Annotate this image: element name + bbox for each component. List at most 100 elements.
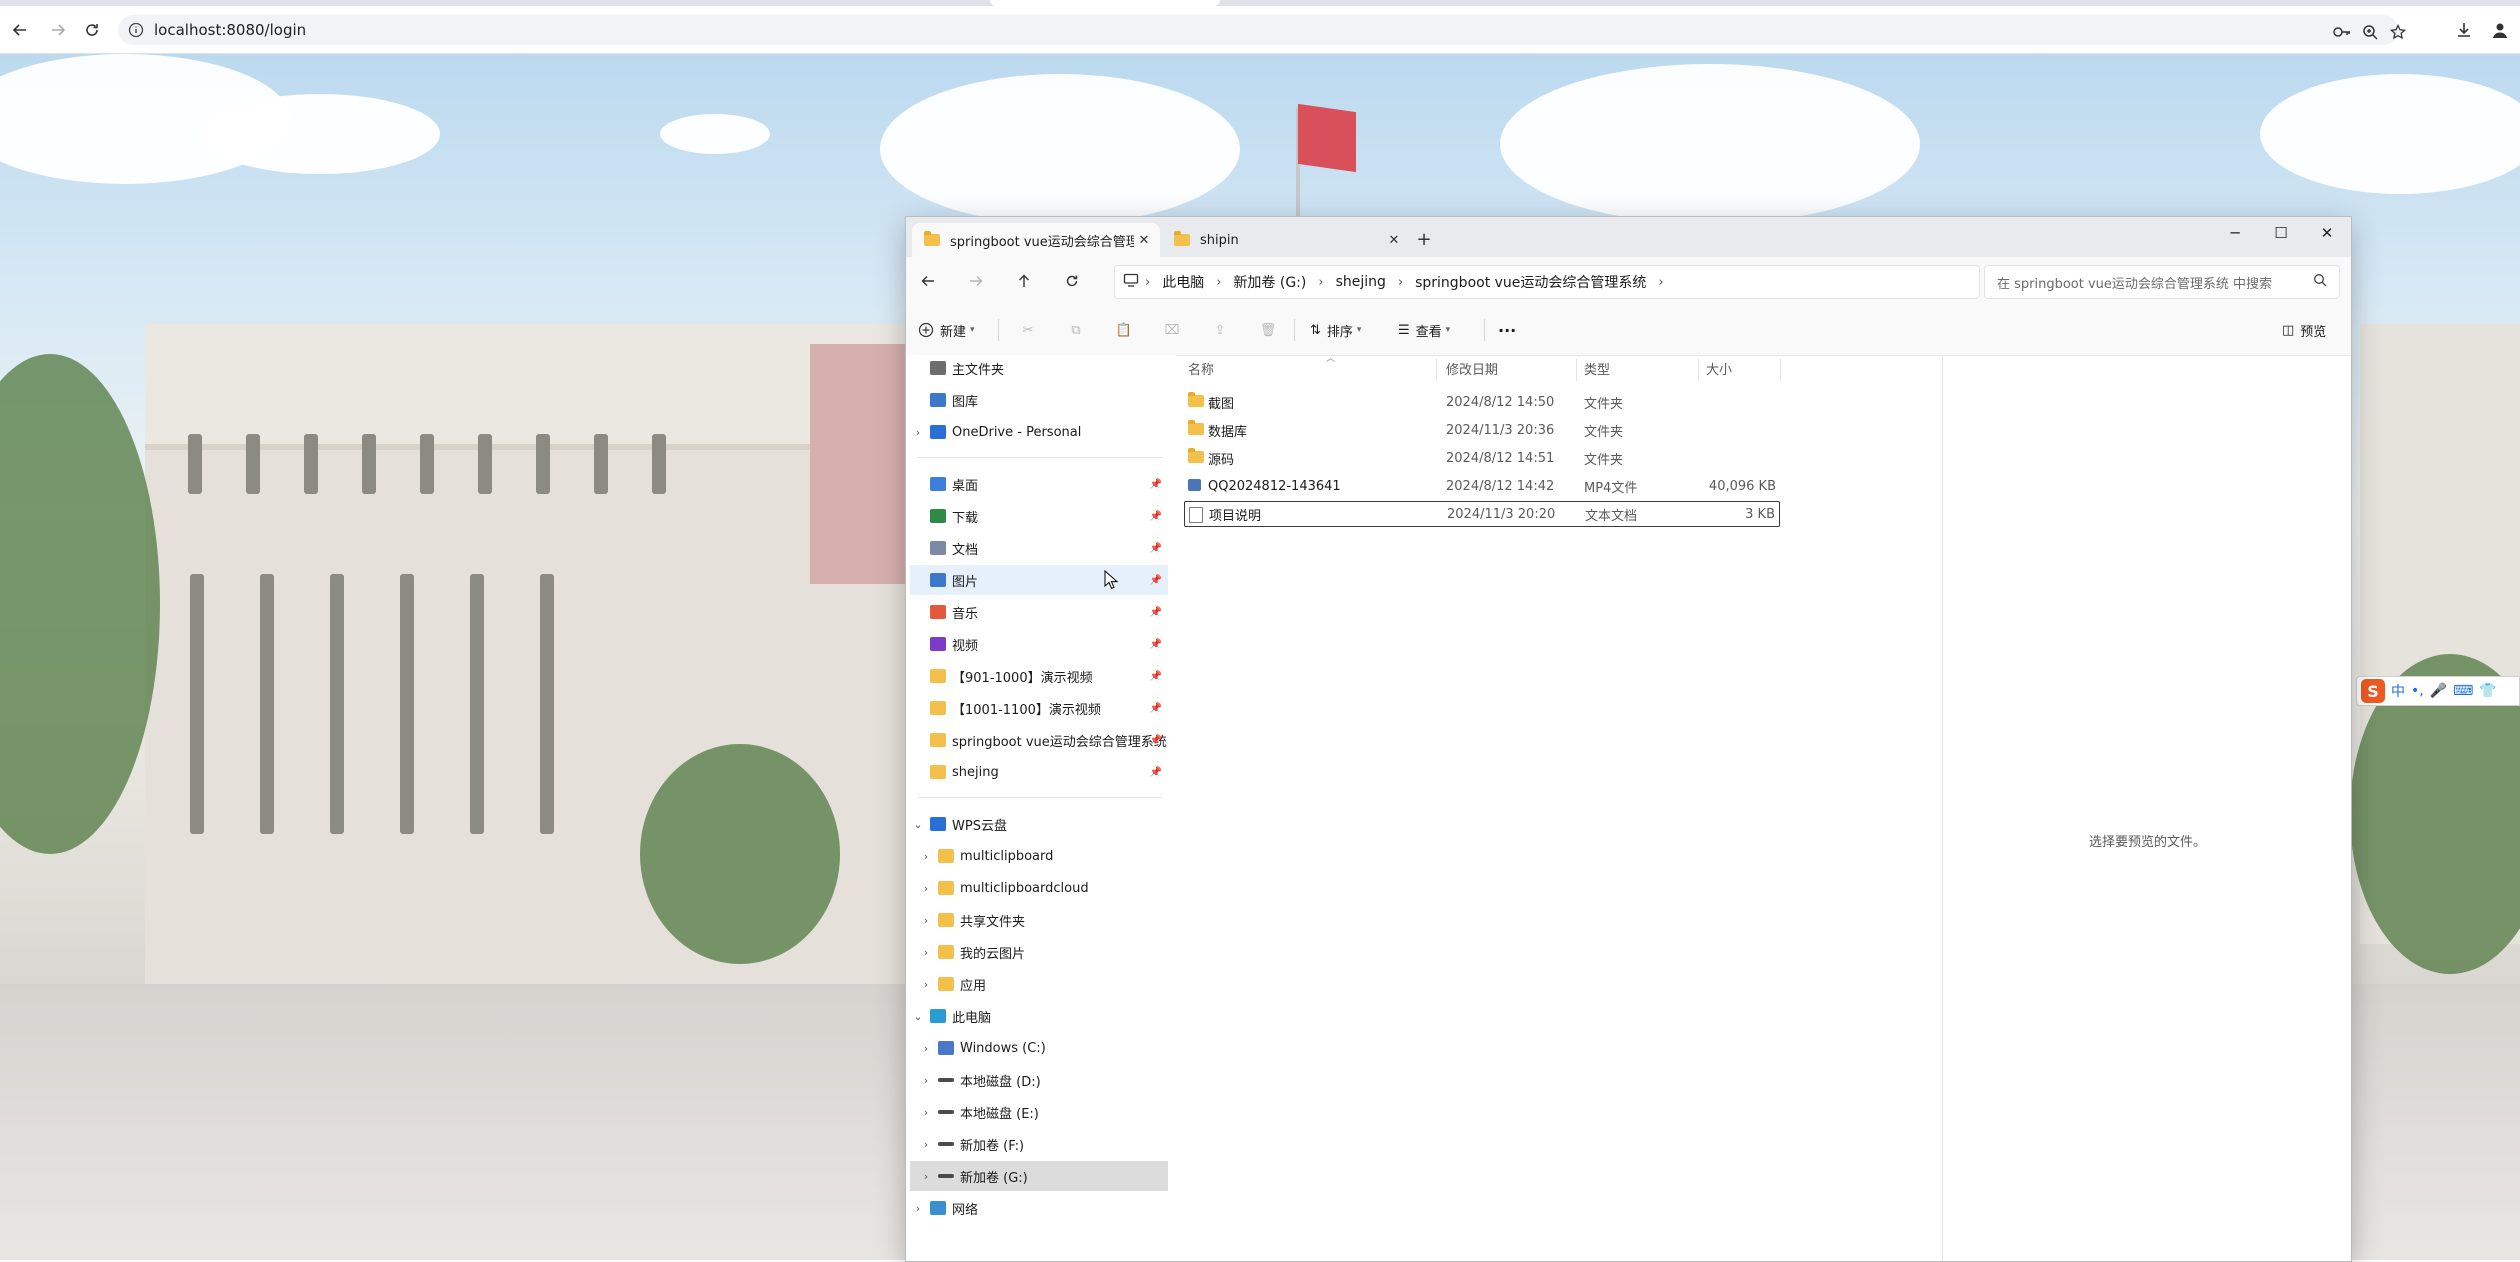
microphone-icon[interactable]: 🎤 <box>2430 683 2447 699</box>
sidebar-item-pinned-1[interactable]: 下载 📌 <box>910 501 1168 531</box>
chevron-right-icon[interactable]: › <box>918 1042 934 1055</box>
sidebar-item-pinned-3[interactable]: 图片 📌 <box>910 565 1168 595</box>
sidebar-item-drive-0[interactable]: › Windows (C:) <box>910 1033 1168 1063</box>
close-icon[interactable]: ✕ <box>1384 233 1404 248</box>
forward-icon[interactable] <box>44 16 72 44</box>
ime-mode[interactable]: 中 <box>2391 681 2405 701</box>
file-row[interactable]: QQ2024812-143641 2024/8/12 14:42 MP4文件 40,0… <box>1184 473 1780 499</box>
ime-punctuation[interactable]: •, <box>2411 683 2424 699</box>
chevron-right-icon[interactable]: › <box>1392 275 1409 290</box>
chevron-right-icon[interactable]: › <box>1652 275 1669 290</box>
chevron-right-icon[interactable]: › <box>910 1202 926 1215</box>
more-button[interactable]: ··· <box>1498 317 1516 343</box>
sidebar-item-pinned-0[interactable]: 桌面 📌 <box>910 469 1168 499</box>
minimize-button[interactable]: ─ <box>2212 217 2258 249</box>
pin-icon[interactable]: 📌 <box>1150 543 1162 554</box>
sidebar-item-drive-3[interactable]: › 新加卷 (F:) <box>910 1129 1168 1159</box>
profile-icon[interactable] <box>2486 16 2514 44</box>
ime-toolbar[interactable]: S 中 •, 🎤 ⌨ 👕 <box>2356 676 2520 706</box>
sidebar-item-wps[interactable]: ⌄ WPS云盘 <box>910 809 1168 839</box>
column-header-date[interactable]: 修改日期 <box>1446 359 1498 378</box>
chevron-right-icon[interactable]: › <box>918 1138 934 1151</box>
maximize-button[interactable]: ☐ <box>2258 217 2304 249</box>
chevron-right-icon[interactable]: › <box>1312 275 1329 290</box>
pin-icon[interactable]: 📌 <box>1150 479 1162 490</box>
sidebar-item-quick-1[interactable]: 图库 <box>910 385 1168 415</box>
chevron-right-icon[interactable]: › <box>918 946 934 959</box>
file-row[interactable]: 数据库 2024/11/3 20:36 文件夹 <box>1184 417 1780 443</box>
search-icon[interactable] <box>2313 273 2327 291</box>
bookmark-star-icon[interactable] <box>2388 22 2408 42</box>
view-button[interactable]: ☰ 查看 ▾ <box>1398 317 1450 343</box>
new-button[interactable]: 新建 ▾ <box>918 317 975 343</box>
file-row[interactable]: 截图 2024/8/12 14:50 文件夹 <box>1184 389 1780 415</box>
share-icon[interactable]: ⇪ <box>1206 317 1234 343</box>
sogou-logo-icon[interactable]: S <box>2361 679 2385 703</box>
pin-icon[interactable]: 📌 <box>1150 735 1162 746</box>
forward-icon[interactable] <box>962 267 990 295</box>
chevron-right-icon[interactable]: › <box>918 1074 934 1087</box>
sidebar-item-pinned-2[interactable]: 文档 📌 <box>910 533 1168 563</box>
breadcrumb-this-pc[interactable]: 此电脑 <box>1156 272 1210 292</box>
explorer-tab-active[interactable]: springboot vue运动会综合管理 ✕ <box>912 223 1160 257</box>
column-divider[interactable] <box>1436 359 1437 381</box>
pin-icon[interactable]: 📌 <box>1150 607 1162 618</box>
sort-button[interactable]: ⇅ 排序 ▾ <box>1310 317 1361 343</box>
sidebar-item-wps-2[interactable]: › 共享文件夹 <box>910 905 1168 935</box>
cut-icon[interactable]: ✂ <box>1014 317 1042 343</box>
sidebar-item-pinned-5[interactable]: 视频 📌 <box>910 629 1168 659</box>
copy-icon[interactable]: ⧉ <box>1062 317 1090 343</box>
pin-icon[interactable]: 📌 <box>1150 767 1162 778</box>
chevron-right-icon[interactable]: › <box>1139 275 1156 290</box>
column-header-size[interactable]: 大小 <box>1706 359 1732 378</box>
explorer-tab-shipin[interactable]: shipin ✕ <box>1162 223 1410 257</box>
pin-icon[interactable]: 📌 <box>1150 511 1162 522</box>
column-header-name[interactable]: 名称 <box>1188 359 1214 378</box>
chevron-right-icon[interactable]: › <box>1210 275 1227 290</box>
column-header-type[interactable]: 类型 <box>1584 359 1610 378</box>
chevron-right-icon[interactable]: › <box>918 1106 934 1119</box>
pin-icon[interactable]: 📌 <box>1150 703 1162 714</box>
downloads-icon[interactable] <box>2450 16 2478 44</box>
chevron-down-icon[interactable]: ⌄ <box>910 818 926 831</box>
sidebar-item-drive-1[interactable]: › 本地磁盘 (D:) <box>910 1065 1168 1095</box>
sidebar-item-pinned-4[interactable]: 音乐 📌 <box>910 597 1168 627</box>
chevron-right-icon[interactable]: › <box>910 426 926 439</box>
breadcrumb-drive-g[interactable]: 新加卷 (G:) <box>1227 272 1312 292</box>
back-icon[interactable] <box>6 16 34 44</box>
sidebar-item-wps-1[interactable]: › multiclipboardcloud <box>910 873 1168 903</box>
pin-icon[interactable]: 📌 <box>1150 671 1162 682</box>
breadcrumb[interactable]: › 此电脑 › 新加卷 (G:) › shejing › springboot … <box>1114 265 1980 299</box>
up-icon[interactable] <box>1010 267 1038 295</box>
url-text[interactable]: localhost:8080/login <box>154 21 306 39</box>
address-bar[interactable]: localhost:8080/login <box>118 15 2406 45</box>
preview-button[interactable]: ◫ 预览 <box>2282 317 2326 343</box>
zoom-icon[interactable] <box>2360 22 2380 42</box>
sidebar-item-drive-2[interactable]: › 本地磁盘 (E:) <box>910 1097 1168 1127</box>
paste-icon[interactable]: 📋 <box>1110 317 1138 343</box>
sidebar-item-quick-2[interactable]: › OneDrive - Personal <box>910 417 1168 447</box>
column-divider[interactable] <box>1698 359 1699 381</box>
chevron-down-icon[interactable]: ⌄ <box>910 1010 926 1023</box>
sidebar-item-wps-0[interactable]: › multiclipboard <box>910 841 1168 871</box>
sidebar-item-pinned-6[interactable]: 【901-1000】演示视频 📌 <box>910 661 1168 691</box>
sidebar-item-network[interactable]: › 网络 <box>910 1193 1168 1223</box>
sidebar-item-wps-3[interactable]: › 我的云图片 <box>910 937 1168 967</box>
chevron-right-icon[interactable]: › <box>918 1170 934 1183</box>
new-tab-button[interactable]: + <box>1411 227 1437 253</box>
chevron-right-icon[interactable]: › <box>918 914 934 927</box>
pin-icon[interactable]: 📌 <box>1150 575 1162 586</box>
chevron-right-icon[interactable]: › <box>918 978 934 991</box>
sidebar-item-this-pc[interactable]: ⌄ 此电脑 <box>910 1001 1168 1031</box>
reload-icon[interactable] <box>78 16 106 44</box>
sidebar-item-quick-0[interactable]: 主文件夹 <box>910 355 1168 383</box>
pin-icon[interactable]: 📌 <box>1150 639 1162 650</box>
skin-icon[interactable]: 👕 <box>2479 683 2496 699</box>
rename-icon[interactable]: ⌧ <box>1158 317 1186 343</box>
chevron-right-icon[interactable]: › <box>918 882 934 895</box>
delete-icon[interactable]: 🗑 <box>1254 317 1282 343</box>
file-row[interactable]: 源码 2024/8/12 14:51 文件夹 <box>1184 445 1780 471</box>
chevron-right-icon[interactable]: › <box>918 850 934 863</box>
sidebar-item-drive-4[interactable]: › 新加卷 (G:) <box>910 1161 1168 1191</box>
refresh-icon[interactable] <box>1058 267 1086 295</box>
